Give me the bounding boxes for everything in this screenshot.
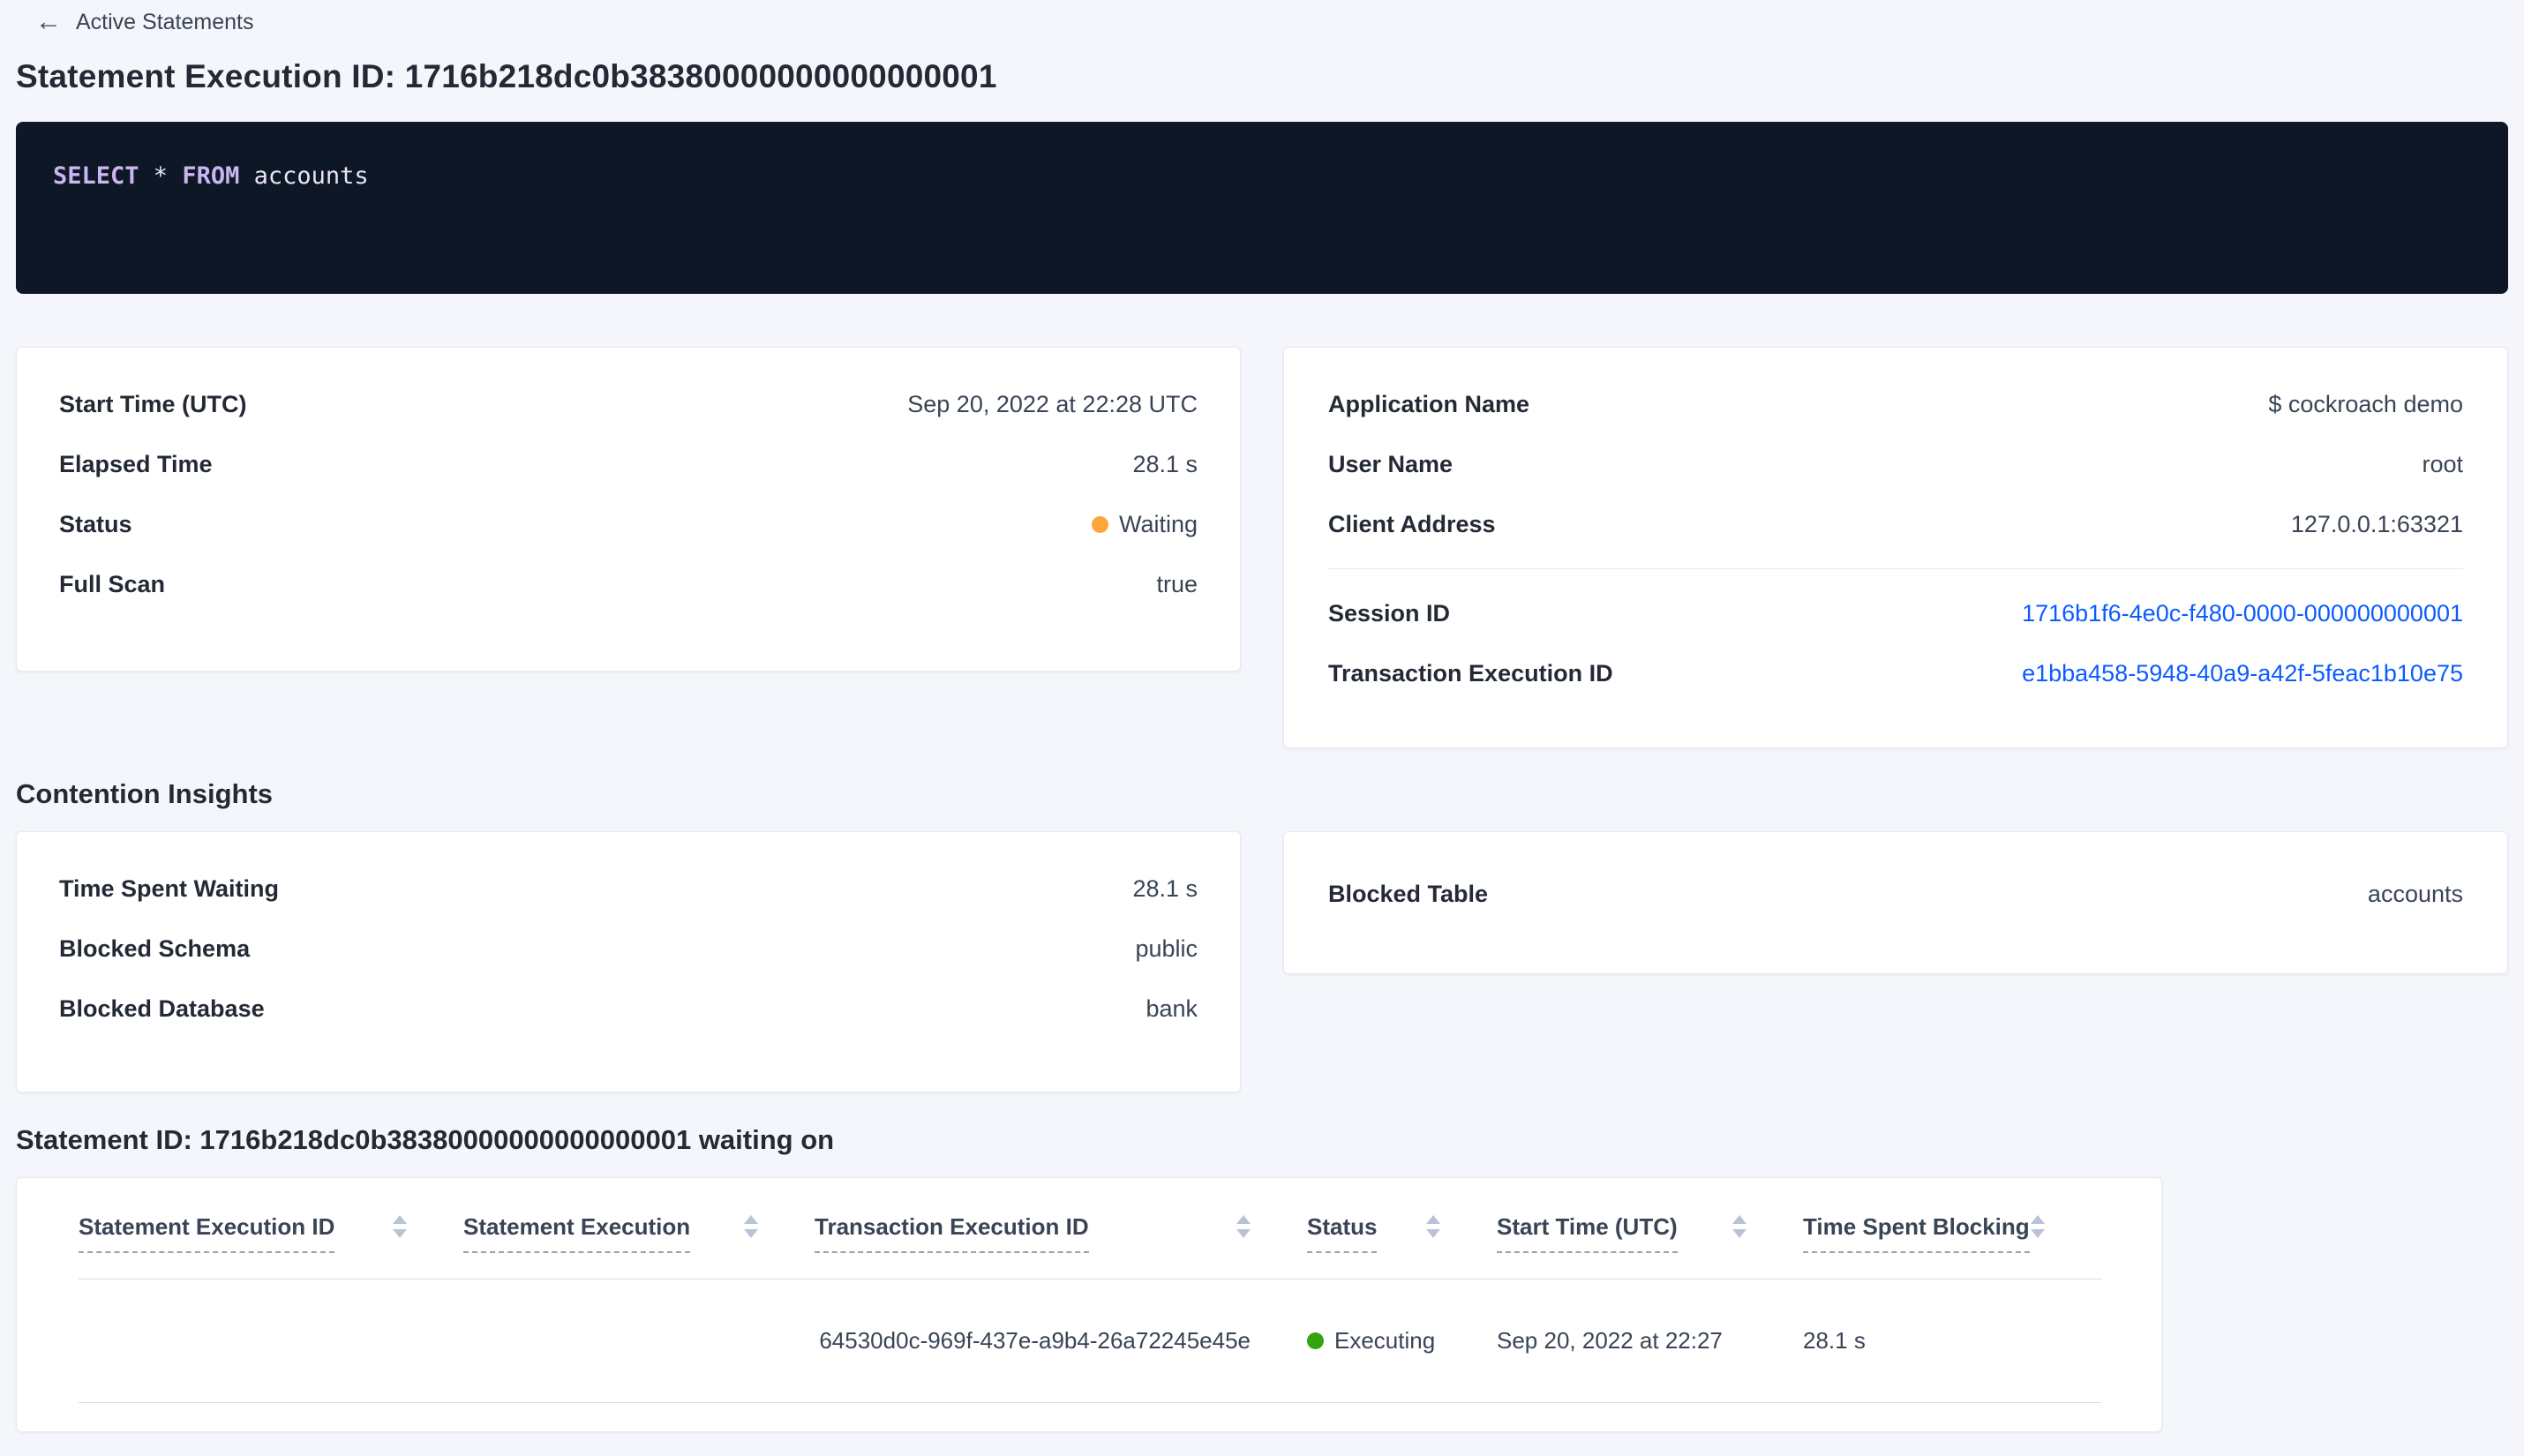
start-time-label: Start Time (UTC)	[59, 390, 247, 417]
back-to-active-statements-link[interactable]: ← Active Statements	[35, 9, 253, 35]
blocked-schema-value: public	[1135, 934, 1198, 962]
cell-status: Executing	[1307, 1279, 1497, 1403]
transaction-execution-id-link[interactable]: e1bba458-5948-40a9-a42f-5feac1b10e75	[2022, 660, 2463, 687]
sql-table-name: accounts	[239, 162, 369, 190]
time-spent-waiting-label: Time Spent Waiting	[59, 874, 280, 902]
cell-time-spent-blocking: 28.1 s	[1803, 1279, 2101, 1403]
status-label: Status	[59, 510, 132, 537]
cell-statement-execution-id	[79, 1279, 463, 1403]
kv-row-blocked-table: Blocked Table accounts	[1328, 864, 2463, 924]
client-address-value: 127.0.0.1:63321	[2290, 510, 2463, 537]
column-label: Start Time (UTC)	[1497, 1213, 1678, 1253]
blocked-table-card: Blocked Table accounts	[1283, 831, 2508, 974]
sort-icon[interactable]	[1732, 1215, 1747, 1238]
start-time-value: Sep 20, 2022 at 22:28 UTC	[907, 390, 1198, 417]
back-arrow-icon: ←	[35, 7, 62, 36]
application-name-value: $ cockroach demo	[2268, 390, 2463, 417]
kv-row-transaction-execution-id: Transaction Execution ID e1bba458-5948-4…	[1328, 643, 2463, 703]
waiting-on-heading: Statement ID: 1716b218dc0b38380000000000…	[16, 1124, 835, 1155]
elapsed-time-label: Elapsed Time	[59, 450, 213, 477]
sql-statement-box: SELECT * FROM accounts	[16, 122, 2508, 294]
waiting-status-dot-icon	[1091, 515, 1108, 533]
details-grid: Start Time (UTC) Sep 20, 2022 at 22:28 U…	[16, 347, 2508, 748]
kv-row-user-name: User Name root	[1328, 434, 2463, 494]
kv-row-blocked-database: Blocked Database bank	[59, 979, 1198, 1039]
full-scan-label: Full Scan	[59, 570, 166, 597]
column-label: Statement Execution	[463, 1213, 691, 1253]
blocked-schema-label: Blocked Schema	[59, 934, 251, 962]
kv-row-application-name: Application Name $ cockroach demo	[1328, 374, 2463, 434]
contention-insights-heading: Contention Insights	[16, 778, 274, 809]
waiting-on-table-card: Statement Execution ID Statement Executi…	[16, 1177, 2162, 1432]
session-details-card: Application Name $ cockroach demo User N…	[1283, 347, 2508, 748]
full-scan-value: true	[1156, 570, 1198, 597]
kv-row-status: Status Waiting	[59, 494, 1198, 554]
column-label: Transaction Execution ID	[815, 1213, 1089, 1253]
table-row: 64530d0c-969f-437e-a9b4-26a72245e45e Exe…	[79, 1279, 2101, 1403]
cell-statement-execution	[463, 1279, 815, 1403]
kv-row-elapsed-time: Elapsed Time 28.1 s	[59, 434, 1198, 494]
kv-row-time-spent-waiting: Time Spent Waiting 28.1 s	[59, 859, 1198, 919]
column-header-statement-execution-id[interactable]: Statement Execution ID	[79, 1178, 463, 1280]
sort-icon[interactable]	[1236, 1215, 1251, 1238]
contention-grid: Time Spent Waiting 28.1 s Blocked Schema…	[16, 831, 2508, 1092]
back-label: Active Statements	[76, 9, 254, 34]
page-content: ← Active Statements Statement Execution …	[16, 0, 2508, 1432]
column-header-transaction-execution-id[interactable]: Transaction Execution ID	[815, 1178, 1307, 1280]
sql-keyword-from: FROM	[182, 162, 240, 190]
sort-icon[interactable]	[744, 1215, 758, 1238]
sort-icon[interactable]	[2031, 1215, 2045, 1238]
executing-status-dot-icon	[1307, 1332, 1324, 1349]
sql-keyword-select: SELECT	[53, 162, 139, 190]
column-label: Statement Execution ID	[79, 1213, 335, 1253]
kv-row-client-address: Client Address 127.0.0.1:63321	[1328, 494, 2463, 554]
breadcrumb: ← Active Statements	[35, 0, 2508, 35]
cell-start-time: Sep 20, 2022 at 22:27	[1497, 1279, 1803, 1403]
session-id-label: Session ID	[1328, 599, 1451, 627]
column-header-statement-execution[interactable]: Statement Execution	[463, 1178, 815, 1280]
blocked-database-label: Blocked Database	[59, 994, 265, 1022]
client-address-label: Client Address	[1328, 510, 1496, 537]
column-header-start-time[interactable]: Start Time (UTC)	[1497, 1178, 1803, 1280]
contention-details-card: Time Spent Waiting 28.1 s Blocked Schema…	[16, 831, 1241, 1092]
card-divider	[1328, 568, 2463, 569]
kv-row-session-id: Session ID 1716b1f6-4e0c-f480-0000-00000…	[1328, 583, 2463, 643]
user-name-value: root	[2422, 450, 2463, 477]
blocked-database-value: bank	[1146, 994, 1198, 1022]
sort-icon[interactable]	[1426, 1215, 1440, 1238]
column-header-time-spent-blocking[interactable]: Time Spent Blocking	[1803, 1178, 2101, 1280]
time-spent-waiting-value: 28.1 s	[1132, 874, 1198, 902]
user-name-label: User Name	[1328, 450, 1454, 477]
cell-transaction-execution-id: 64530d0c-969f-437e-a9b4-26a72245e45e	[815, 1279, 1307, 1403]
kv-row-full-scan: Full Scan true	[59, 554, 1198, 614]
status-text: Executing	[1334, 1326, 1436, 1354]
column-label: Time Spent Blocking	[1803, 1213, 2030, 1253]
status-text: Waiting	[1118, 510, 1198, 537]
waiting-on-table: Statement Execution ID Statement Executi…	[79, 1178, 2101, 1403]
sort-icon[interactable]	[393, 1215, 407, 1238]
kv-row-blocked-schema: Blocked Schema public	[59, 919, 1198, 979]
elapsed-time-value: 28.1 s	[1132, 450, 1198, 477]
table-header-row: Statement Execution ID Statement Executi…	[79, 1178, 2101, 1280]
blocked-table-label: Blocked Table	[1328, 880, 1489, 907]
status-value: Waiting	[1091, 510, 1198, 538]
column-label: Status	[1307, 1213, 1378, 1253]
sql-star: *	[139, 162, 183, 190]
page-title: Statement Execution ID: 1716b218dc0b3838…	[16, 58, 997, 94]
execution-details-card: Start Time (UTC) Sep 20, 2022 at 22:28 U…	[16, 347, 1241, 672]
blocked-table-value: accounts	[2367, 880, 2463, 907]
transaction-execution-id-label: Transaction Execution ID	[1328, 659, 1613, 687]
application-name-label: Application Name	[1328, 390, 1530, 417]
kv-row-start-time: Start Time (UTC) Sep 20, 2022 at 22:28 U…	[59, 374, 1198, 434]
column-header-status[interactable]: Status	[1307, 1178, 1497, 1280]
session-id-link[interactable]: 1716b1f6-4e0c-f480-0000-000000000001	[2022, 600, 2463, 627]
